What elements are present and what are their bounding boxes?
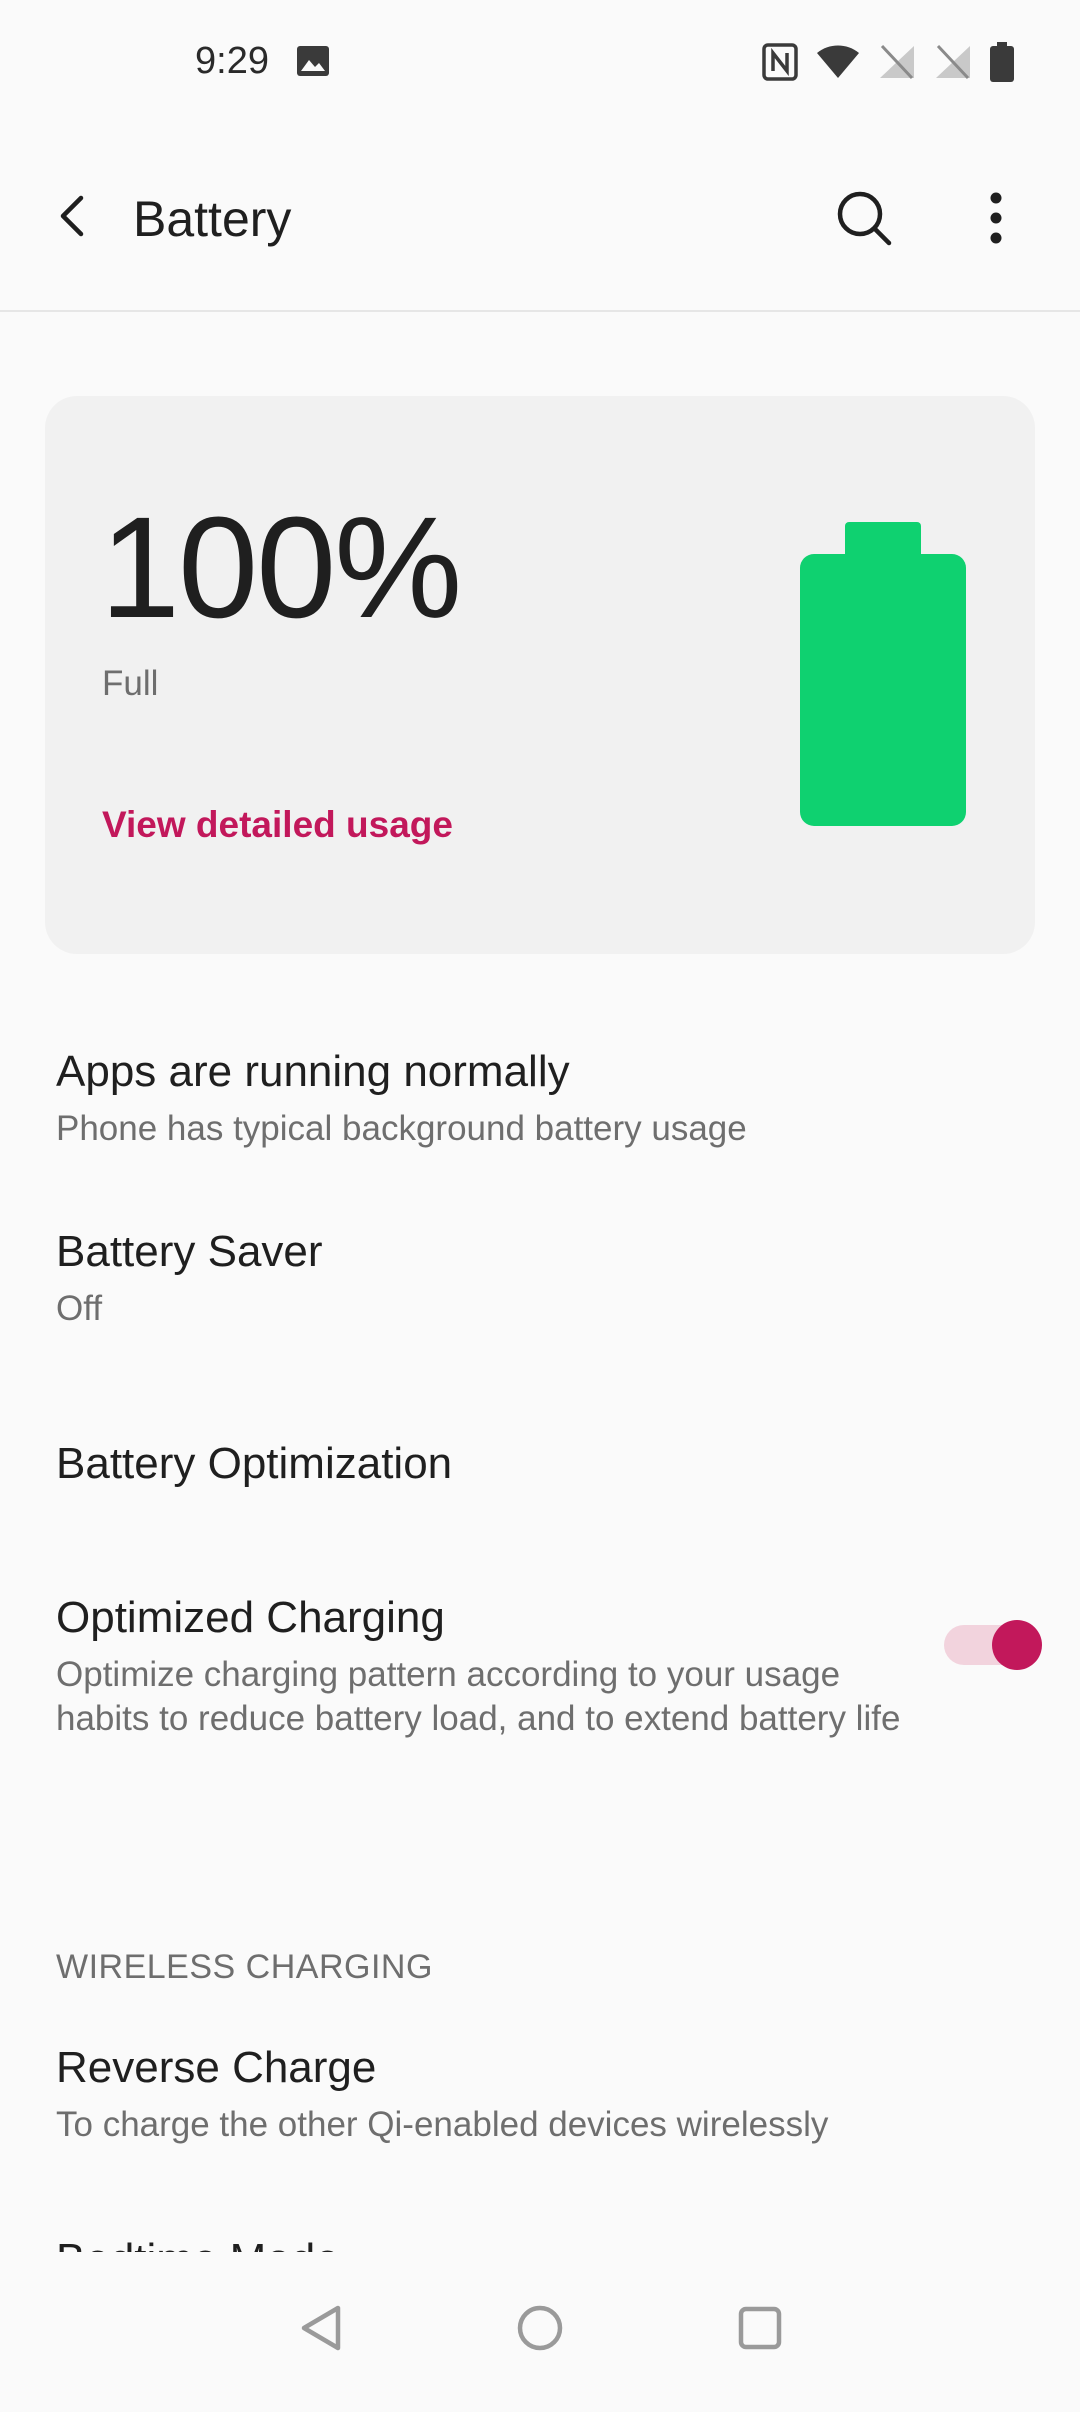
optimized-charging-toggle[interactable] <box>944 1620 1042 1670</box>
search-icon[interactable] <box>834 188 894 248</box>
status-time: 9:29 <box>195 40 269 82</box>
navigation-bar <box>0 2252 1080 2412</box>
item-title: Apps are running normally <box>56 1047 570 1096</box>
item-summary: Optimize charging pattern according to y… <box>56 1654 901 1738</box>
battery-optimization-item[interactable]: Battery Optimization <box>56 1438 1016 1491</box>
view-detailed-usage-link[interactable]: View detailed usage <box>102 804 453 846</box>
nav-back-icon[interactable] <box>300 2304 342 2352</box>
battery-saver-item[interactable]: Battery Saver Off <box>56 1226 1016 1331</box>
more-vert-icon[interactable] <box>978 188 1014 248</box>
toggle-thumb <box>992 1620 1042 1670</box>
wireless-charging-header: WIRELESS CHARGING <box>56 1948 433 1986</box>
item-title: Optimized Charging <box>56 1593 445 1642</box>
no-signal-icon <box>936 44 970 80</box>
nav-recents-icon[interactable] <box>738 2306 782 2350</box>
item-title: Reverse Charge <box>56 2043 377 2092</box>
battery-percentage: 100% <box>100 487 462 648</box>
page-title: Battery <box>133 191 292 247</box>
battery-status: Full <box>102 664 159 703</box>
battery-icon <box>990 42 1014 82</box>
app-bar: Battery <box>0 124 1080 312</box>
wifi-icon <box>817 45 859 78</box>
nfc-icon <box>762 43 798 81</box>
battery-cap <box>845 522 921 558</box>
optimized-charging-item[interactable]: Optimized Charging Optimize charging pat… <box>56 1592 916 1740</box>
battery-body <box>800 554 966 826</box>
back-button[interactable] <box>48 186 96 246</box>
back-arrow-icon <box>60 195 84 237</box>
apps-running-item[interactable]: Apps are running normally Phone has typi… <box>56 1046 1016 1151</box>
item-title: Battery Optimization <box>56 1439 453 1488</box>
no-signal-icon <box>880 44 914 80</box>
status-bar: 9:29 <box>0 0 1080 124</box>
battery-level-icon <box>800 522 966 826</box>
battery-settings-screen: 9:29 Battery 100% Full View detailed usa… <box>0 0 1080 2412</box>
item-summary: Off <box>56 1288 103 1328</box>
battery-summary-card: 100% Full View detailed usage <box>45 396 1035 954</box>
status-icons <box>762 40 1014 84</box>
item-title: Battery Saver <box>56 1227 323 1276</box>
item-summary: To charge the other Qi-enabled devices w… <box>56 2104 829 2144</box>
nav-home-icon[interactable] <box>516 2304 564 2352</box>
reverse-charge-item[interactable]: Reverse Charge To charge the other Qi-en… <box>56 2042 1016 2147</box>
item-summary: Phone has typical background battery usa… <box>56 1108 747 1148</box>
image-icon <box>297 46 329 76</box>
